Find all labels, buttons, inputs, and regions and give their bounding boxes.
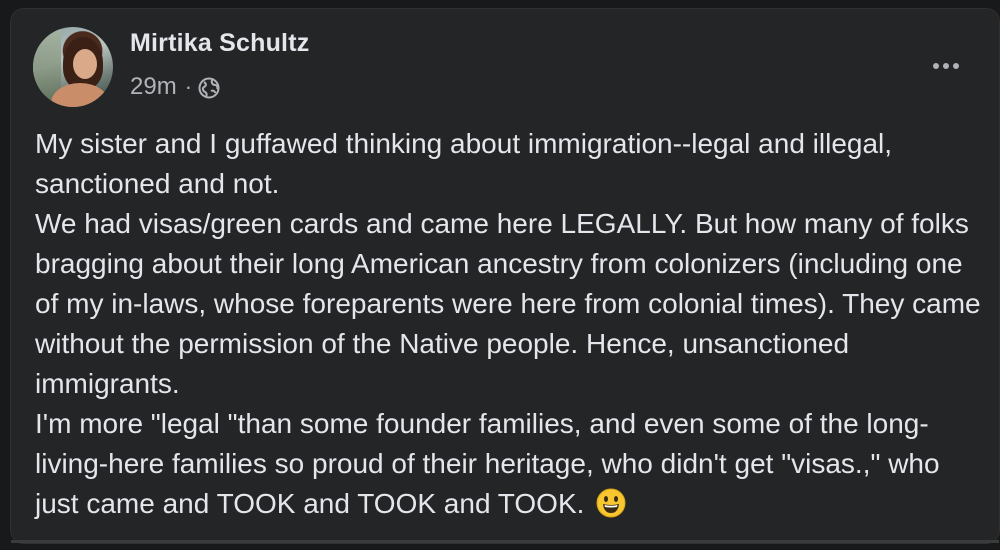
post-card: Mirtika Schultz 29m · My sister and I gu… [10,8,1000,544]
post-meta: 29m · [130,72,220,102]
more-options-icon[interactable] [929,49,963,83]
post-paragraph: My sister and I guffawed thinking about … [35,128,893,199]
more-dot [933,63,939,69]
post-body: My sister and I guffawed thinking about … [35,124,985,524]
meta-separator: · [184,74,193,99]
avatar-face [73,49,97,79]
globe-icon[interactable] [198,77,220,99]
card-divider [11,540,999,543]
post-paragraph: I'm more "legal "than some founder famil… [35,404,985,524]
grinning-face-emoji [596,488,626,518]
more-dot [953,63,959,69]
post-timestamp[interactable]: 29m [130,73,177,101]
author-avatar[interactable] [33,27,113,107]
more-dot [943,63,949,69]
author-name[interactable]: Mirtika Schultz [130,29,309,58]
post-paragraph: We had visas/green cards and came here L… [35,208,981,399]
post-paragraph-text: I'm more "legal "than some founder famil… [35,408,940,519]
